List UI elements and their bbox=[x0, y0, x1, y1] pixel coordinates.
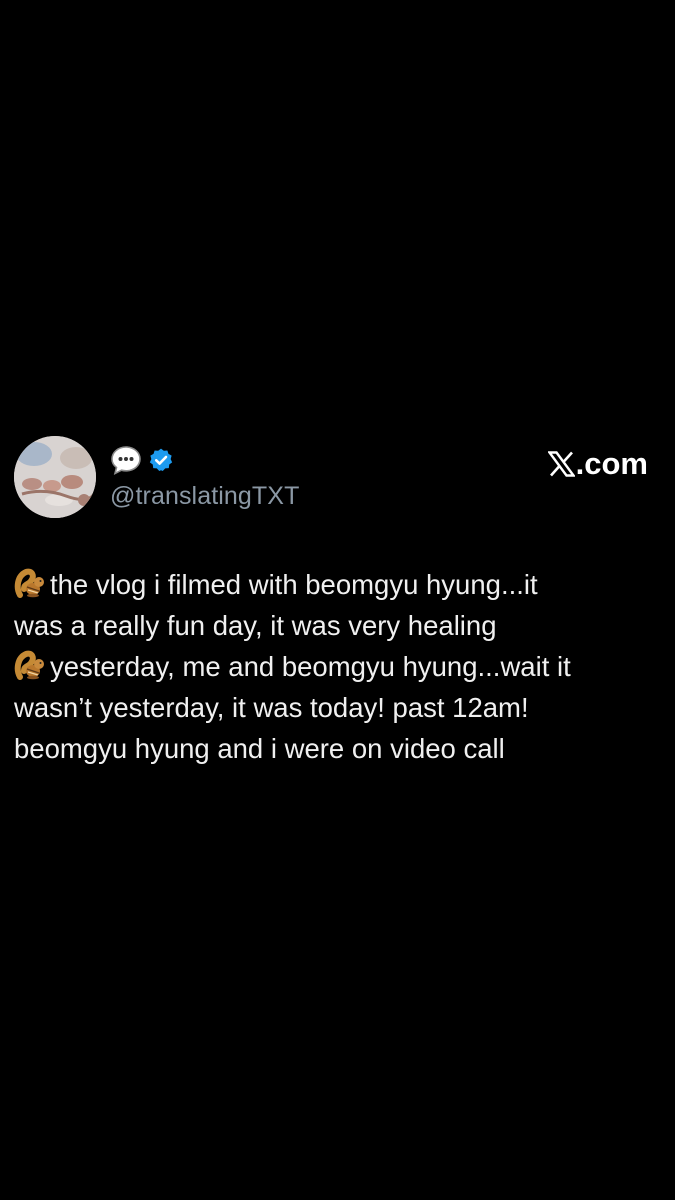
display-name[interactable] bbox=[110, 444, 174, 476]
account-handle[interactable]: @translatingTXT bbox=[110, 482, 299, 511]
chipmunk-emoji-icon bbox=[14, 650, 46, 680]
tweet-line-text: the vlog i filmed with beomgyu hyung...i… bbox=[50, 569, 538, 600]
brand-suffix: .com bbox=[575, 446, 648, 481]
verified-badge-icon bbox=[148, 447, 174, 473]
tweet-card: @translatingTXT .com the vlog i filmed w… bbox=[14, 436, 654, 764]
avatar[interactable] bbox=[14, 436, 96, 518]
tweet-line: yesterday, me and beomgyu hyung...wait i… bbox=[14, 646, 654, 687]
tweet-line: the vlog i filmed with beomgyu hyung...i… bbox=[14, 564, 654, 605]
x-logo-icon bbox=[547, 451, 576, 477]
speech-bubble-icon bbox=[110, 444, 142, 476]
tweet-header: @translatingTXT .com bbox=[14, 436, 654, 520]
tweet-line: was a really fun day, it was very healin… bbox=[14, 610, 497, 641]
tweet-text: the vlog i filmed with beomgyu hyung...i… bbox=[14, 564, 654, 769]
x-brand-link[interactable]: .com bbox=[547, 446, 648, 482]
tweet-line: wasn’t yesterday, it was today! past 12a… bbox=[14, 692, 529, 723]
chipmunk-emoji-icon bbox=[14, 568, 46, 598]
tweet-line-text: yesterday, me and beomgyu hyung...wait i… bbox=[50, 651, 571, 682]
tweet-line: beomgyu hyung and i were on video call bbox=[14, 733, 505, 764]
